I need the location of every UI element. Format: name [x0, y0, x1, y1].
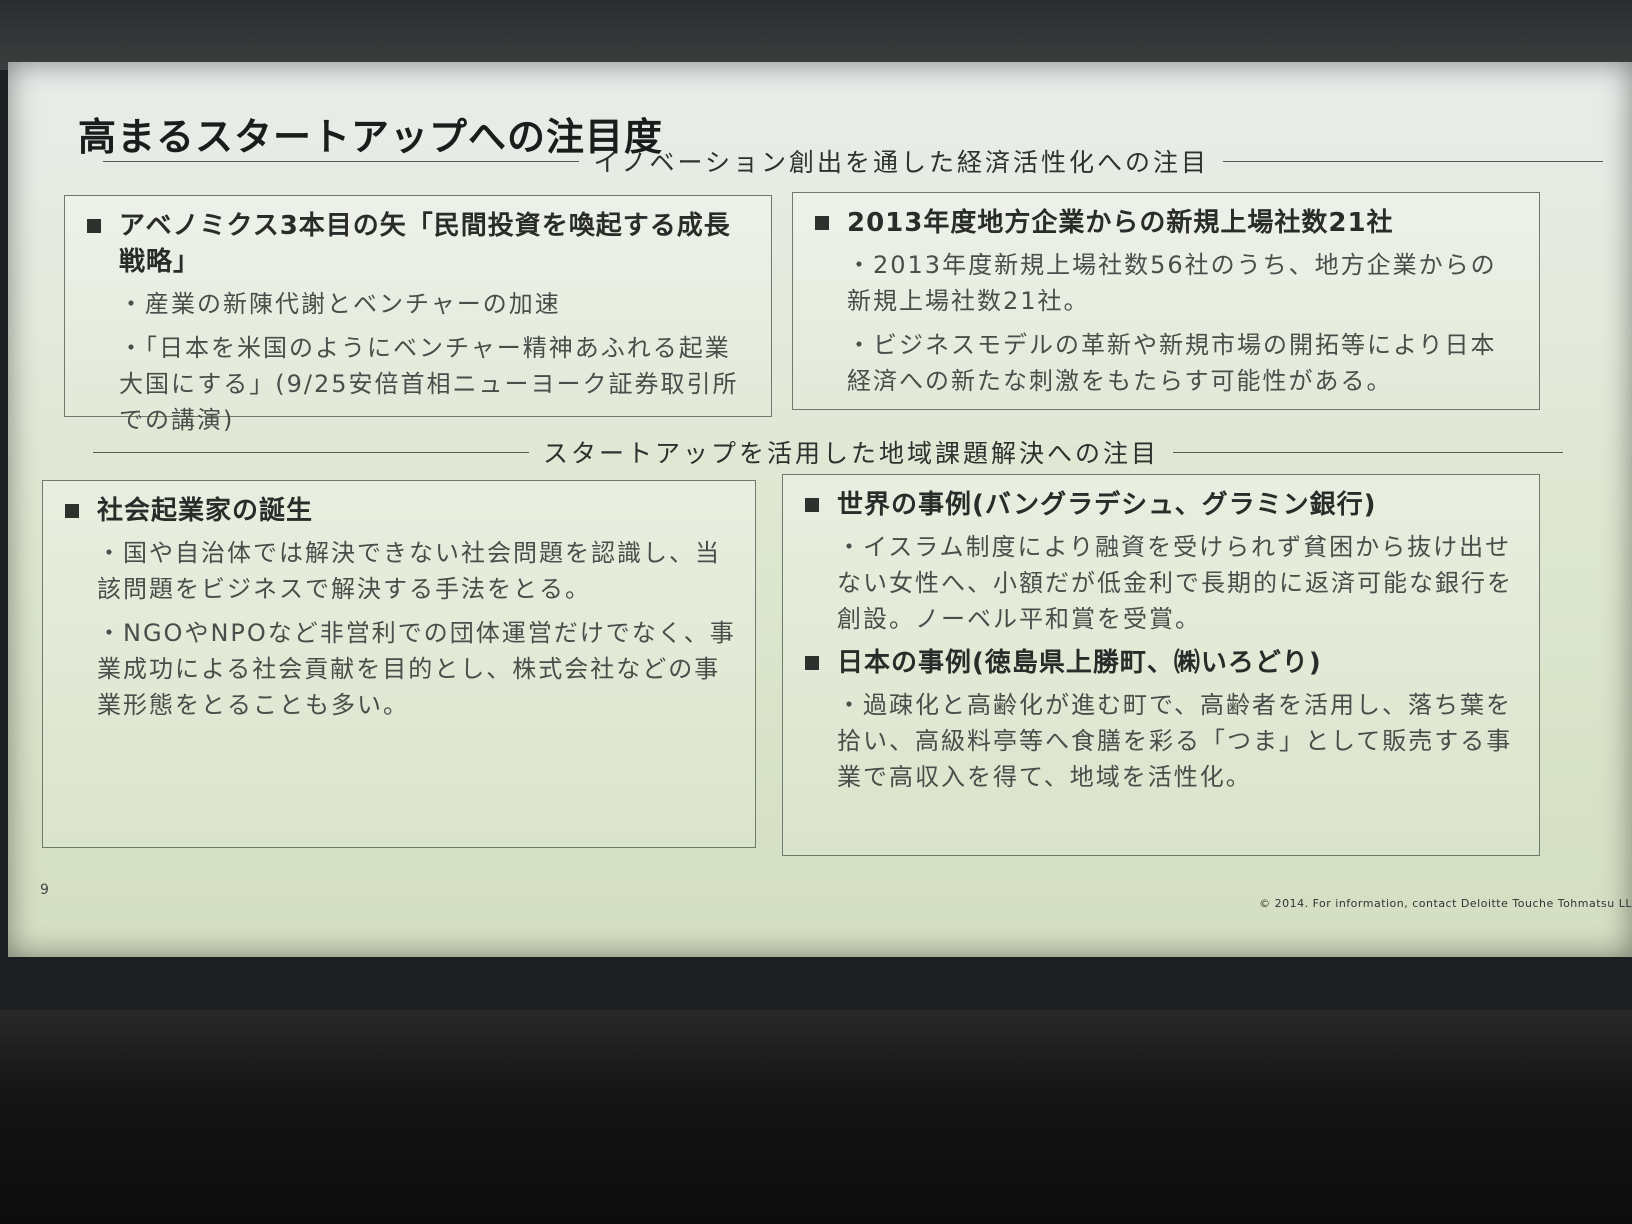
page-number: 9	[40, 882, 49, 898]
header-rule-right	[1223, 160, 1603, 162]
header-rule-left	[93, 451, 529, 453]
section-header-label: スタートアップを活用した地域課題解決への注目	[542, 439, 1159, 468]
box-heading-text: アベノミクス3本目の矢「民間投資を喚起する成長戦略」	[119, 211, 731, 277]
box-abenomics: アベノミクス3本目の矢「民間投資を喚起する成長戦略」 ・産業の新陳代謝とベンチャ…	[64, 195, 772, 434]
box-heading: アベノミクス3本目の矢「民間投資を喚起する成長戦略」	[83, 208, 753, 280]
section-header-regional: スタートアップを活用した地域課題解決への注目	[93, 435, 1563, 469]
box-body-line: ・国や自治体では解決できない社会問題を認識し、当該問題をビジネスで解決する手法を…	[97, 539, 721, 603]
box-body-line: ・産業の新陳代謝とベンチャーの加速	[119, 290, 561, 318]
box-heading: 社会起業家の誕生	[61, 493, 737, 529]
box-body-line: ・イスラム制度により融資を受けられず貧困から抜け出せない女性へ、小額だが低金利で…	[837, 533, 1513, 633]
box-regional-ipo: 2013年度地方企業からの新規上場社数21社 ・2013年度新規上場社数56社の…	[792, 192, 1540, 410]
box-case-studies: 世界の事例(バングラデシュ、グラミン銀行) ・イスラム制度により融資を受けられず…	[782, 474, 1540, 856]
square-bullet-icon	[815, 216, 829, 230]
box-body-line: ・過疎化と高齢化が進む町で、高齢者を活用し、落ち葉を拾い、高級料亭等へ食膳を彩る…	[837, 691, 1513, 791]
square-bullet-icon	[805, 498, 819, 512]
box-body-line: ・2013年度新規上場社数56社のうち、地方企業からの新規上場社数21社。	[847, 251, 1497, 315]
box-social-entrepreneur: 社会起業家の誕生 ・国や自治体では解決できない社会問題を認識し、当該問題をビジネ…	[42, 480, 756, 848]
square-bullet-icon	[87, 219, 101, 233]
box-heading: 世界の事例(バングラデシュ、グラミン銀行)	[801, 487, 1521, 523]
box-heading-text: 2013年度地方企業からの新規上場社数21社	[847, 208, 1394, 238]
box-body-line: ・「日本を米国のようにベンチャー精神あふれる起業大国にする」(9/25安倍首相ニ…	[119, 334, 739, 434]
box-heading-text: 日本の事例(徳島県上勝町、㈱いろどり)	[837, 648, 1322, 678]
box-heading-text: 世界の事例(バングラデシュ、グラミン銀行)	[837, 490, 1377, 520]
copyright-notice: © 2014. For information, contact Deloitt…	[1259, 897, 1632, 910]
audience-silhouettes	[0, 1010, 1632, 1224]
box-body-line: ・NGOやNPOなど非営利での団体運営だけでなく、事業成功による社会貢献を目的と…	[97, 619, 736, 719]
box-heading-text: 社会起業家の誕生	[97, 496, 314, 526]
room-background-top	[0, 0, 1632, 70]
square-bullet-icon	[65, 504, 79, 518]
header-rule-left	[103, 160, 580, 162]
box-body-line: ・ビジネスモデルの革新や新規市場の開拓等により日本経済への新たな刺激をもたらす可…	[847, 331, 1497, 395]
projected-slide: 高まるスタートアップへの注目度 イノベーション創出を通した経済活性化への注目 ア…	[8, 62, 1632, 957]
section-header-innovation: イノベーション創出を通した経済活性化への注目	[103, 144, 1603, 178]
header-rule-right	[1173, 451, 1563, 453]
box-heading: 日本の事例(徳島県上勝町、㈱いろどり)	[801, 645, 1521, 681]
section-header-label: イノベーション創出を通した経済活性化への注目	[593, 148, 1209, 177]
square-bullet-icon	[805, 656, 819, 670]
box-heading: 2013年度地方企業からの新規上場社数21社	[811, 205, 1521, 241]
